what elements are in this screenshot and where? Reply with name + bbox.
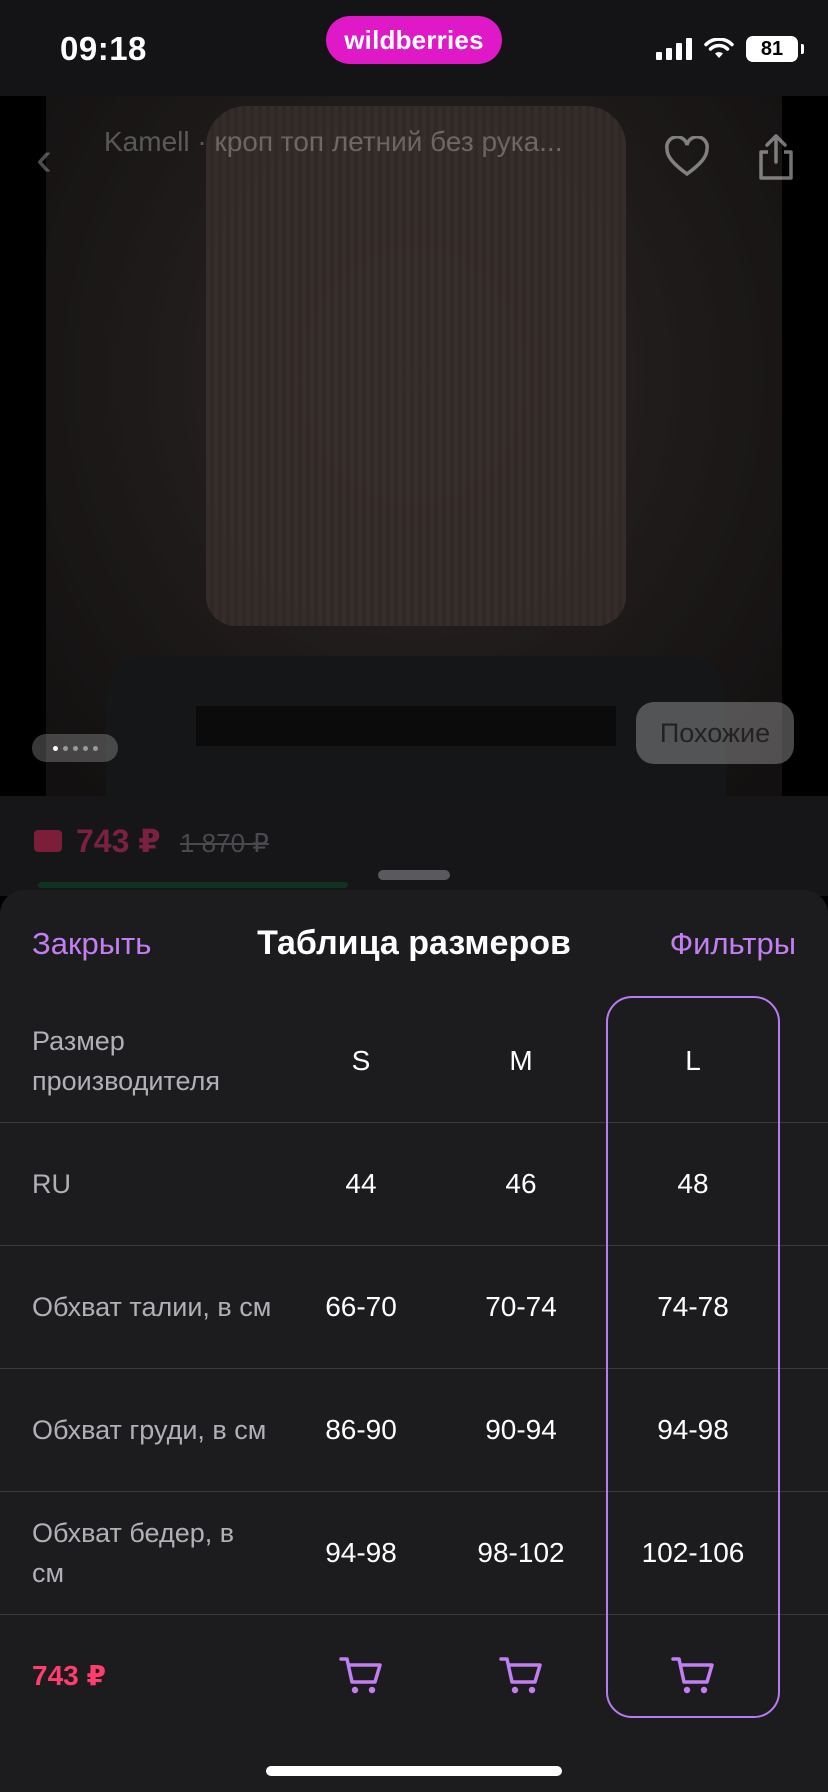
table-cell: 86-90 <box>325 1414 397 1445</box>
photo-pager-dots <box>32 734 118 762</box>
row-label: Обхват бедер, в см <box>32 1518 235 1588</box>
wallet-icon <box>34 830 62 852</box>
row-label: Обхват груди, в см <box>32 1415 267 1445</box>
home-indicator[interactable] <box>266 1766 562 1776</box>
size-m-header[interactable]: M <box>446 1000 596 1122</box>
size-table: Размер производителя S M L RU 44 46 48 О… <box>0 1000 828 1735</box>
add-to-cart-l-button[interactable] <box>618 1615 768 1735</box>
similar-button[interactable]: Похожие <box>636 702 794 764</box>
table-cell: 66-70 <box>325 1291 397 1322</box>
table-cell: 94-98 <box>325 1537 397 1568</box>
cart-icon <box>499 1657 542 1694</box>
status-bar: 09:18 wildberries 81 <box>0 0 828 96</box>
table-cell: 46 <box>505 1168 537 1199</box>
cart-icon <box>339 1657 382 1694</box>
wifi-icon <box>704 38 734 58</box>
sheet-header: Закрыть Таблица размеров Фильтры <box>0 890 828 1000</box>
sheet-handle[interactable] <box>378 870 450 880</box>
table-cell: 102-106 <box>641 1537 745 1568</box>
cart-row: 743 ₽ <box>0 1615 828 1735</box>
cart-price: 743 ₽ <box>32 1659 106 1691</box>
battery-icon: 81 <box>746 36 804 62</box>
table-cell: 90-94 <box>485 1414 557 1445</box>
product-title: Kamell · кроп топ летний без рука... <box>104 126 563 157</box>
table-cell: 44 <box>345 1168 377 1199</box>
table-cell: 94-98 <box>657 1414 729 1445</box>
row-label: RU <box>32 1169 71 1199</box>
header-label: Размер производителя <box>32 1026 220 1096</box>
status-icons: 81 <box>656 36 804 62</box>
table-cell: 48 <box>677 1168 709 1199</box>
signal-icon <box>656 38 692 60</box>
size-chart-sheet: Закрыть Таблица размеров Фильтры Размер … <box>0 890 828 1792</box>
product-old-price: 1 870 ₽ <box>180 828 269 858</box>
add-to-cart-m-button[interactable] <box>446 1615 596 1735</box>
add-to-cart-s-button[interactable] <box>286 1615 436 1735</box>
filters-button[interactable]: Фильтры <box>670 926 796 962</box>
share-icon[interactable] <box>756 132 796 182</box>
size-s-header[interactable]: S <box>286 1000 436 1122</box>
table-header-row: Размер производителя S M L <box>0 1000 828 1123</box>
product-photo[interactable]: ‹ Kamell · кроп топ летний без рука... П… <box>0 96 828 796</box>
brand-logo: wildberries <box>326 16 502 64</box>
row-label: Обхват талии, в см <box>32 1292 272 1322</box>
table-cell: 74-78 <box>657 1291 729 1322</box>
table-row: Обхват талии, в см 66-70 70-74 74-78 <box>0 1246 828 1369</box>
heart-icon[interactable] <box>664 136 710 178</box>
back-icon[interactable]: ‹ <box>36 136 52 184</box>
cart-icon <box>671 1657 714 1694</box>
table-row: Обхват груди, в см 86-90 90-94 94-98 <box>0 1369 828 1492</box>
price-strip: 743 ₽ 1 870 ₽ <box>0 796 828 896</box>
size-l-header[interactable]: L <box>618 1000 768 1122</box>
table-row: RU 44 46 48 <box>0 1123 828 1246</box>
table-cell: 98-102 <box>477 1537 565 1568</box>
product-price: 743 ₽ <box>76 823 161 859</box>
table-cell: 70-74 <box>485 1291 557 1322</box>
table-row: Обхват бедер, в см 94-98 98-102 102-106 <box>0 1492 828 1615</box>
status-time: 09:18 <box>60 30 147 67</box>
